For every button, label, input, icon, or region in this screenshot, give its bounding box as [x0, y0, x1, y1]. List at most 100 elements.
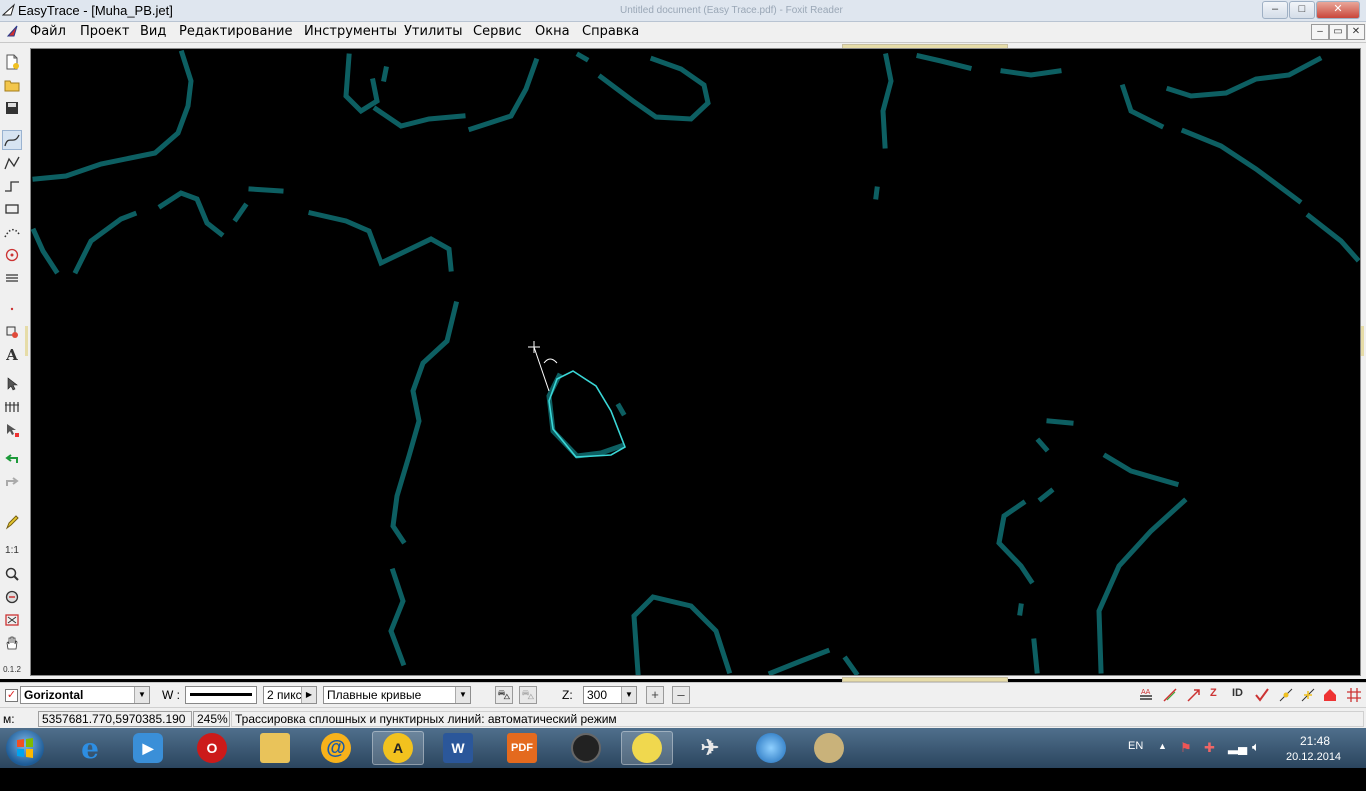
- paper-plane-icon[interactable]: ✈: [684, 731, 736, 765]
- vector-map-canvas[interactable]: [30, 48, 1361, 676]
- menu-windows[interactable]: Окна: [535, 24, 570, 39]
- media-player-icon[interactable]: ▶: [122, 731, 174, 765]
- node-star-icon[interactable]: [1278, 687, 1294, 703]
- file-explorer-icon[interactable]: [249, 731, 301, 765]
- easytrace-app-icon[interactable]: [2, 3, 16, 17]
- text-tool-icon[interactable]: A: [3, 346, 21, 364]
- document-icon[interactable]: [6, 25, 19, 38]
- trace-disabled-icon[interactable]: ⛍: [519, 686, 537, 704]
- symbol-stamp-icon[interactable]: [3, 323, 21, 341]
- z-plus-button[interactable]: +: [646, 686, 664, 704]
- volume-icon[interactable]: 🔈︎: [1252, 739, 1260, 779]
- network-icon[interactable]: ▂▄: [1228, 739, 1247, 779]
- house-icon[interactable]: [1322, 687, 1338, 703]
- contour-line: [880, 53, 894, 149]
- close-button[interactable]: ✕: [1316, 1, 1360, 19]
- menu-view[interactable]: Вид: [140, 24, 166, 39]
- point-icon[interactable]: [3, 300, 21, 318]
- contour-line: [1035, 437, 1050, 453]
- step-line-icon[interactable]: [3, 177, 21, 195]
- pan-hand-icon[interactable]: [3, 634, 21, 652]
- trace-car-icon[interactable]: ⛍: [495, 686, 513, 704]
- menu-tools[interactable]: Инструменты: [304, 24, 397, 39]
- menu-project[interactable]: Проект: [80, 24, 129, 39]
- language-indicator[interactable]: EN: [1128, 740, 1143, 780]
- snap-icon[interactable]: [1300, 687, 1316, 703]
- width-select[interactable]: 2 пикс ▶: [263, 686, 317, 704]
- contour-line: [1031, 638, 1040, 674]
- circle-target-icon[interactable]: [3, 246, 21, 264]
- menu-service[interactable]: Сервис: [473, 24, 522, 39]
- vertical-scroll-thumb-left[interactable]: [25, 326, 28, 356]
- zoom-out-icon[interactable]: [3, 588, 21, 606]
- layers-icon[interactable]: AA: [1138, 687, 1154, 703]
- left-tool-palette: A 1:1 0.1.2: [0, 43, 25, 679]
- z-minus-button[interactable]: –: [672, 686, 690, 704]
- maximize-button[interactable]: □: [1289, 1, 1315, 19]
- check-icon[interactable]: [1254, 687, 1270, 703]
- undo-green-icon[interactable]: [3, 450, 21, 468]
- mdi-restore-button[interactable]: ▭: [1329, 24, 1347, 40]
- z-select[interactable]: 300 ▼: [583, 686, 637, 704]
- property-toolbar: ✓ Gorizontal ▼ W : 2 пикс ▶ Плавные крив…: [0, 682, 1366, 707]
- id-label: ID: [1232, 687, 1243, 699]
- ie-icon[interactable]: e: [64, 731, 116, 765]
- contour-line: [575, 51, 590, 63]
- vertex-edit-icon[interactable]: [3, 398, 21, 416]
- save-disk-icon[interactable]: [3, 99, 21, 117]
- arrow-tool-icon[interactable]: [1186, 687, 1202, 703]
- menu-utilities[interactable]: Утилиты: [404, 24, 463, 39]
- zoom-1to1-icon[interactable]: 1:1: [3, 541, 21, 559]
- id-icon[interactable]: ID: [1232, 687, 1248, 703]
- scale-icon[interactable]: 0.1.2: [3, 660, 21, 678]
- contour-line: [343, 53, 380, 115]
- contour-line: [873, 186, 880, 200]
- camera-icon[interactable]: [560, 731, 612, 765]
- antivirus-icon[interactable]: ✚: [1204, 740, 1215, 780]
- select-arrow-icon[interactable]: [3, 375, 21, 393]
- layer-select[interactable]: Gorizontal ▼: [20, 686, 150, 704]
- rectangle-icon[interactable]: [3, 200, 21, 218]
- menu-file[interactable]: Файл: [30, 24, 66, 39]
- z-value-icon[interactable]: Z: [1210, 687, 1226, 703]
- status-message: Трассировка сплошных и пунктирных линий:…: [231, 711, 1364, 727]
- paint-palette-icon[interactable]: [803, 731, 855, 765]
- menu-bar: Файл Проект Вид Редактирование Инструмен…: [0, 22, 1366, 43]
- pencil-icon[interactable]: [3, 513, 21, 531]
- opera-icon[interactable]: O: [186, 731, 238, 765]
- mail-agent-icon[interactable]: @: [310, 731, 362, 765]
- zoom-magnifier-icon[interactable]: [3, 565, 21, 583]
- open-folder-icon[interactable]: [3, 76, 21, 94]
- line-width-preview[interactable]: [185, 686, 257, 704]
- tray-expand-icon[interactable]: ▲: [1158, 741, 1167, 781]
- start-button[interactable]: [6, 730, 44, 766]
- clock-date[interactable]: 20.12.2014: [1286, 751, 1341, 791]
- trace-line-icon[interactable]: [1162, 687, 1178, 703]
- polyline-icon[interactable]: [3, 154, 21, 172]
- redo-gray-icon[interactable]: [3, 473, 21, 491]
- grid-icon[interactable]: [1346, 687, 1362, 703]
- mdi-minimize-button[interactable]: –: [1311, 24, 1329, 40]
- easytrace-icon[interactable]: A: [372, 731, 424, 765]
- select-node-icon[interactable]: [3, 421, 21, 439]
- menu-edit[interactable]: Редактирование: [179, 24, 292, 39]
- layer-checkbox[interactable]: ✓: [5, 689, 18, 702]
- menu-help[interactable]: Справка: [582, 24, 639, 39]
- taskbar: e ▶ O @ A W PDF ✈ EN ▲ ⚑ ✚ ▂▄ 🔈︎ 21:48 2…: [0, 728, 1366, 768]
- hatch-lines-icon[interactable]: [3, 269, 21, 287]
- width-select-value: 2 пикс: [267, 688, 302, 702]
- minimize-button[interactable]: –: [1262, 1, 1288, 19]
- mdi-close-button[interactable]: ✕: [1347, 24, 1365, 40]
- smooth-curve-icon[interactable]: [2, 130, 22, 150]
- arc-dotted-icon[interactable]: [3, 223, 21, 241]
- pdf-reader-icon[interactable]: PDF: [496, 731, 548, 765]
- raster-contours[interactable]: [31, 49, 1361, 676]
- new-file-icon[interactable]: [3, 53, 21, 71]
- zoom-extent-icon[interactable]: [3, 611, 21, 629]
- vertical-scroll-thumb-right[interactable]: [1361, 326, 1364, 356]
- globe-icon[interactable]: [745, 731, 797, 765]
- idea-bulb-icon[interactable]: [621, 731, 673, 765]
- word-icon[interactable]: W: [432, 731, 484, 765]
- curve-mode-select[interactable]: Плавные кривые ▼: [323, 686, 471, 704]
- action-center-icon[interactable]: ⚑: [1180, 740, 1192, 780]
